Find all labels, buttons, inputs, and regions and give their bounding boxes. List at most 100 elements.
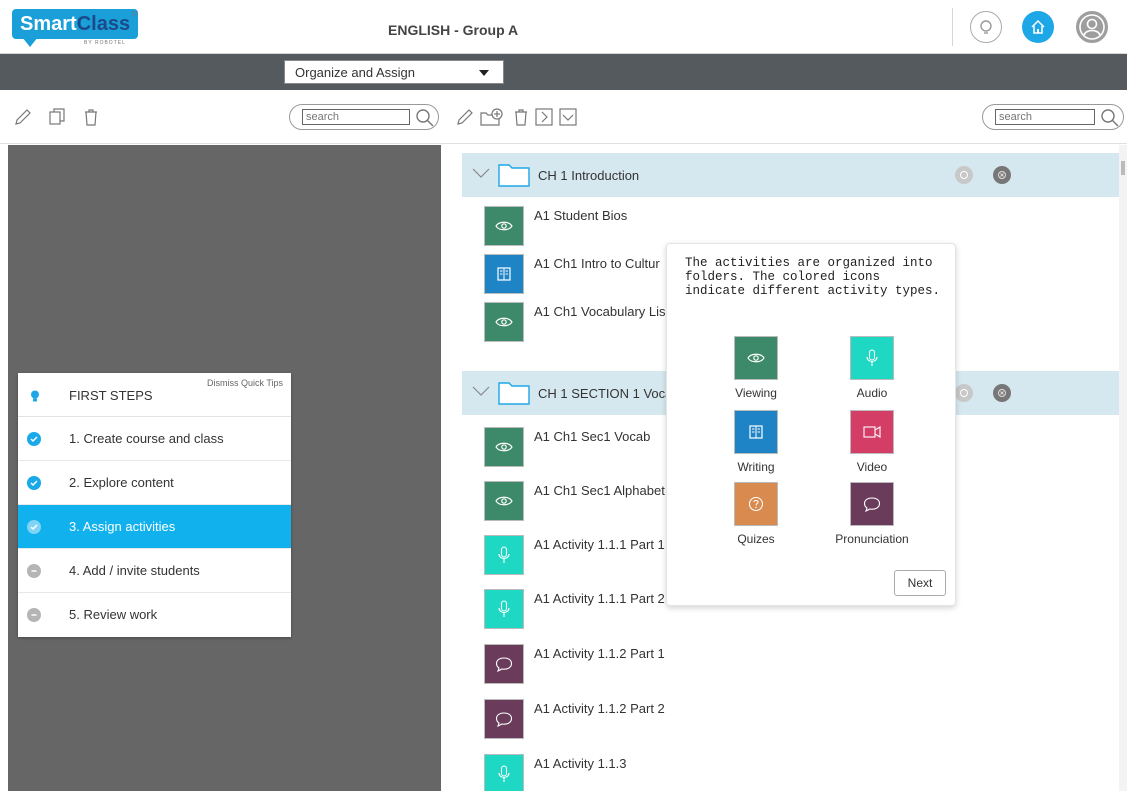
book-icon [734,410,778,454]
microphone-icon [484,589,524,629]
eye-icon [484,481,524,521]
microphone-icon [484,535,524,575]
remove-status-icon[interactable] [993,384,1011,402]
minus-circle-icon [27,564,41,578]
logo-tail [22,37,38,47]
folder-label: CH 1 Introduction [538,168,640,183]
assigned-status-icon[interactable] [955,384,973,402]
search-icon[interactable] [414,107,436,129]
add-folder-icon [480,108,503,126]
chevron-down-box-icon [559,108,577,126]
header-divider [952,8,953,46]
copy-course-button[interactable] [46,106,68,128]
tip-step-assign-activities[interactable]: 3. Assign activities [18,505,291,549]
chevron-right-box-icon [535,108,553,126]
speech-bubble-icon [484,644,524,684]
check-circle-icon [27,520,41,534]
legend-label: Video [856,460,888,474]
left-search-input[interactable] [302,109,410,125]
activity-row[interactable]: A1 Activity 1.1.2 Part 1 [484,642,1114,690]
logo-text-smart: Smart [20,13,77,35]
copy-icon [49,108,65,125]
tip-step-label: 3. Assign activities [69,519,176,534]
check-circle-icon [27,432,41,446]
activity-row[interactable]: A1 Activity 1.1.3 [484,752,1114,791]
tip-step-label: 5. Review work [69,607,158,622]
eye-icon [734,336,778,380]
mode-dropdown-value: Organize and Assign [295,64,415,80]
eye-icon [484,302,524,342]
caret-down-icon [479,70,489,76]
trash-icon [515,109,527,126]
activity-label: A1 Activity 1.1.2 Part 2 [534,701,665,716]
smartclass-logo[interactable]: SmartClass ® BY ROBOTEL [12,9,140,49]
tip-step-review-work[interactable]: 5. Review work [18,593,291,637]
legend-label: Quizes [737,532,775,546]
logo-bubble: SmartClass [12,9,139,39]
remove-status-icon[interactable] [993,166,1011,184]
activity-label: A1 Ch1 Intro to Cultur [534,256,660,271]
edit-course-button[interactable] [12,106,34,128]
page-title: ENGLISH - Group A [388,22,519,38]
book-icon [484,254,524,294]
legend-viewing: Viewing [701,336,811,400]
right-search [982,104,1124,130]
folder-row[interactable]: CH 1 Introduction [462,153,1119,197]
scrollbar-thumb[interactable] [1121,161,1125,175]
tip-step-label: 2. Explore content [69,475,174,490]
mode-bar: Organize and Assign [0,54,1127,90]
add-folder-button[interactable] [478,106,506,128]
activity-label: A1 Activity 1.1.1 Part 2 [534,591,665,606]
folder-icon [498,382,530,405]
eye-icon [484,427,524,467]
chevron-down-icon[interactable] [472,385,490,397]
folder-icon [498,164,530,187]
chevron-down-icon[interactable] [472,167,490,179]
tip-step-explore-content[interactable]: 2. Explore content [18,461,291,505]
activity-label: A1 Activity 1.1.2 Part 1 [534,646,665,661]
minus-circle-icon [27,608,41,622]
legend-audio: Audio [817,336,927,400]
legend-label: Writing [737,460,775,474]
toolbar [0,90,1127,144]
tooltip-message: The activities are organized into folder… [685,256,941,298]
left-search [289,104,439,130]
next-button[interactable]: Next [894,570,946,596]
activity-label: A1 Ch1 Sec1 Vocab [534,429,651,444]
mode-dropdown[interactable]: Organize and Assign [284,60,504,84]
video-camera-icon [850,410,894,454]
logo-subtitle: BY ROBOTEL [84,40,126,46]
assigned-status-icon[interactable] [955,166,973,184]
pencil-icon [15,109,31,125]
vertical-scrollbar[interactable] [1119,145,1127,791]
tip-step-create-course[interactable]: 1. Create course and class [18,417,291,461]
tip-step-label: 4. Add / invite students [69,563,200,578]
activity-label: A1 Ch1 Sec1 Alphabet [534,483,665,498]
expand-button[interactable] [557,106,579,128]
search-icon[interactable] [1099,107,1121,129]
tip-step-label: 1. Create course and class [69,431,224,446]
logo-registered: ® [132,11,138,18]
legend-video: Video [817,410,927,474]
lightbulb-icon [980,20,992,34]
delete-course-button[interactable] [80,106,102,128]
tip-step-add-students[interactable]: 4. Add / invite students [18,549,291,593]
home-button[interactable] [1022,11,1054,43]
legend-quizes: Quizes [701,482,811,546]
activity-label: A1 Student Bios [534,208,628,223]
trash-icon [85,109,97,126]
logo-text-class: Class [76,13,131,35]
eye-icon [484,206,524,246]
delete-activity-button[interactable] [510,106,532,128]
legend-label: Pronunciation [835,532,909,546]
activity-row[interactable]: A1 Activity 1.1.2 Part 2 [484,697,1114,745]
assign-button[interactable] [533,106,555,128]
right-search-input[interactable] [995,109,1095,125]
edit-activity-button[interactable] [454,106,476,128]
user-profile-button[interactable] [1076,11,1108,43]
question-icon [734,482,778,526]
dismiss-quick-tips-link[interactable]: Dismiss Quick Tips [207,378,283,388]
activity-label: A1 Activity 1.1.1 Part 1 [534,537,665,552]
folder-label: CH 1 SECTION 1 Voca [538,386,673,401]
help-button[interactable] [970,11,1002,43]
